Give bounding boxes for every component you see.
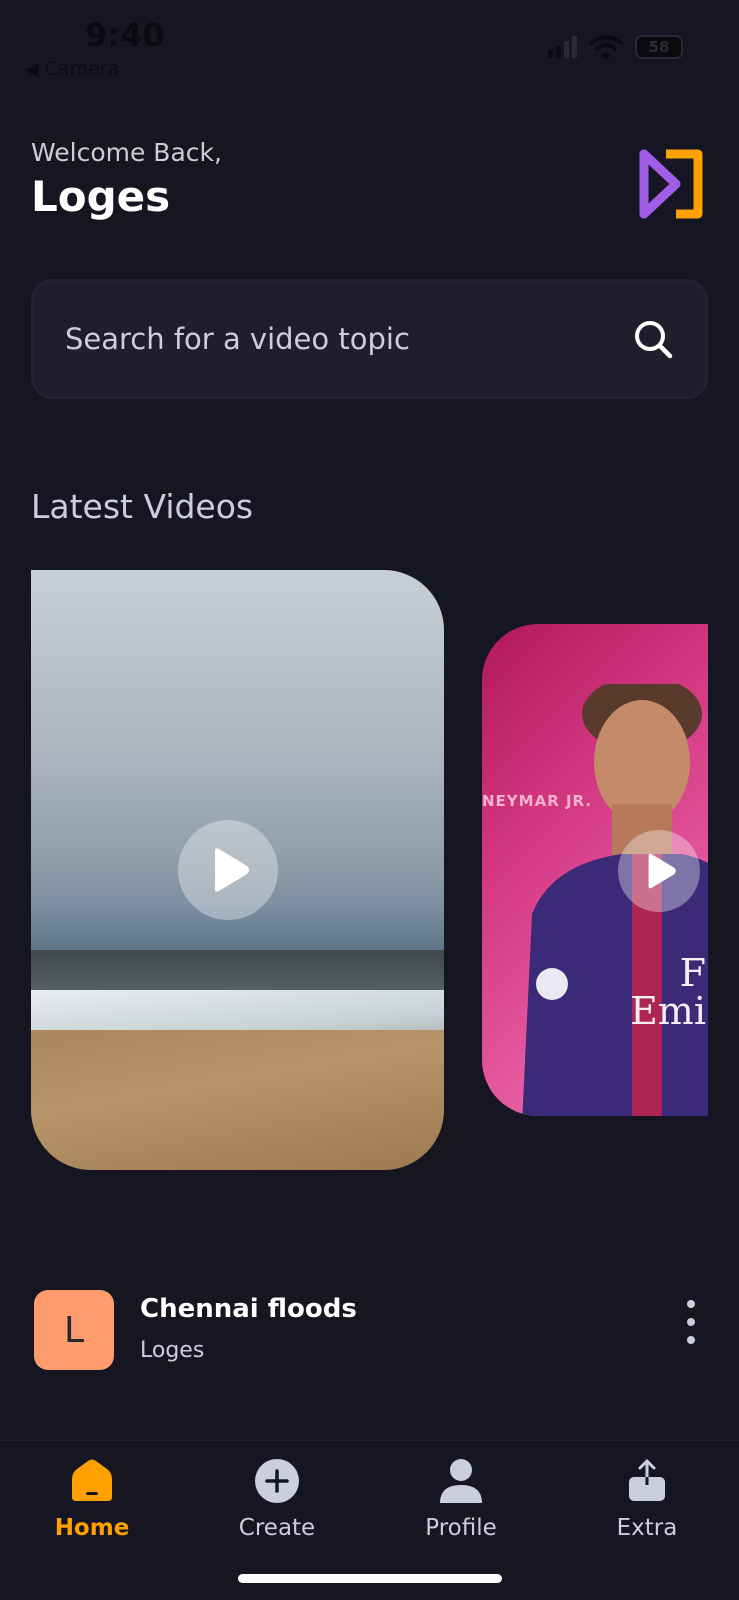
video-title[interactable]: Chennai floods (140, 1294, 357, 1324)
username: Loges (31, 172, 171, 221)
home-icon (72, 1459, 112, 1501)
tab-label: Extra (616, 1515, 678, 1541)
video-author: Loges (140, 1338, 205, 1363)
play-icon (648, 853, 676, 889)
play-button[interactable] (178, 820, 278, 920)
shirt-text: F Emi (630, 951, 706, 1033)
play-icon (215, 848, 249, 892)
signal-icon (548, 36, 577, 58)
latest-videos-title: Latest Videos (31, 487, 254, 526)
more-options-icon[interactable] (678, 1300, 704, 1344)
plus-icon (255, 1459, 299, 1503)
profile-icon (440, 1459, 482, 1503)
search-bar[interactable] (31, 279, 708, 399)
tab-create[interactable]: Create (207, 1447, 347, 1541)
app-logo-icon (639, 149, 703, 219)
play-button[interactable] (618, 830, 700, 912)
avatar[interactable]: L (34, 1290, 114, 1370)
wifi-icon (589, 35, 623, 60)
upload-icon (629, 1459, 665, 1501)
tab-profile[interactable]: Profile (391, 1447, 531, 1541)
video-card-beach[interactable] (31, 570, 444, 1170)
welcome-text: Welcome Back, (31, 138, 222, 167)
tab-label: Home (54, 1515, 130, 1541)
home-indicator[interactable] (238, 1574, 502, 1583)
tab-label: Create (238, 1515, 316, 1541)
video-card-neymar[interactable]: NEYMAR JR. F Emi (482, 624, 708, 1116)
back-to-camera-link[interactable]: ◀ Camera (24, 58, 119, 80)
tab-label: Profile (425, 1515, 497, 1541)
search-icon[interactable] (632, 318, 674, 360)
search-input[interactable] (65, 322, 632, 356)
status-icons: 58 (548, 34, 683, 60)
battery-icon: 58 (635, 35, 683, 59)
tab-home[interactable]: Home (22, 1447, 162, 1541)
status-time: 9:40 (85, 16, 165, 54)
tab-extra[interactable]: Extra (577, 1447, 717, 1541)
